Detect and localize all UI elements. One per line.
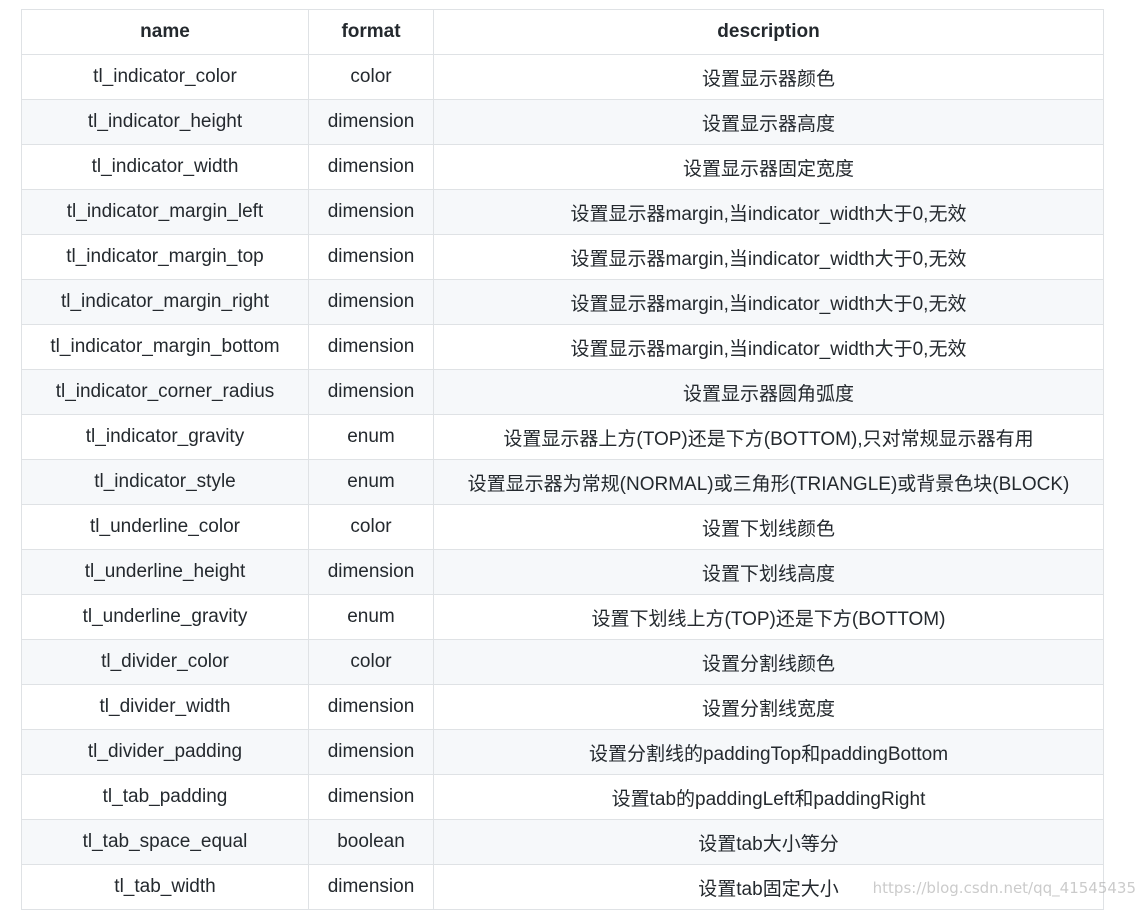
attributes-table-container: name format description tl_indicator_col… [21, 9, 1104, 910]
cell-description: 设置下划线上方(TOP)还是下方(BOTTOM) [433, 594, 1104, 640]
table-row: tl_divider_color color 设置分割线颜色 [21, 639, 1104, 685]
cell-description: 设置显示器颜色 [433, 54, 1104, 100]
cell-name: tl_indicator_margin_top [21, 234, 309, 280]
cell-description: 设置下划线高度 [433, 549, 1104, 595]
cell-format: dimension [308, 729, 434, 775]
cell-format: enum [308, 594, 434, 640]
cell-name: tl_indicator_width [21, 144, 309, 190]
cell-format: dimension [308, 369, 434, 415]
table-row: tl_underline_gravity enum 设置下划线上方(TOP)还是下方… [21, 594, 1104, 640]
table-row: tl_indicator_corner_radius dimension 设置显示器… [21, 369, 1104, 415]
cell-description: 设置显示器margin,当indicator_width大于0,无效 [433, 279, 1104, 325]
cell-name: tl_indicator_margin_right [21, 279, 309, 325]
cell-name: tl_indicator_corner_radius [21, 369, 309, 415]
cell-name: tl_indicator_style [21, 459, 309, 505]
cell-description: 设置下划线颜色 [433, 504, 1104, 550]
cell-format: dimension [308, 144, 434, 190]
cell-description: 设置tab大小等分 [433, 819, 1104, 865]
header-name: name [21, 9, 309, 55]
attributes-table: name format description tl_indicator_col… [21, 9, 1104, 910]
cell-name: tl_indicator_gravity [21, 414, 309, 460]
cell-name: tl_tab_width [21, 864, 309, 910]
cell-format: enum [308, 414, 434, 460]
cell-description: 设置tab的paddingLeft和paddingRight [433, 774, 1104, 820]
table-row: tl_indicator_margin_top dimension 设置显示器mar… [21, 234, 1104, 280]
table-row: tl_indicator_margin_left dimension 设置显示器ma… [21, 189, 1104, 235]
cell-name: tl_underline_height [21, 549, 309, 595]
table-row: tl_divider_padding dimension 设置分割线的padding… [21, 729, 1104, 775]
table-row: tl_indicator_style enum 设置显示器为常规(NORMAL)或三… [21, 459, 1104, 505]
cell-description: 设置显示器固定宽度 [433, 144, 1104, 190]
cell-format: color [308, 54, 434, 100]
table-body: tl_indicator_color color 设置显示器颜色 tl_indicat… [21, 54, 1104, 910]
table-row: tl_tab_space_equal boolean 设置tab大小等分 [21, 819, 1104, 865]
table-row: tl_indicator_width dimension 设置显示器固定宽度 [21, 144, 1104, 190]
cell-description: 设置显示器上方(TOP)还是下方(BOTTOM),只对常规显示器有用 [433, 414, 1104, 460]
header-row: name format description [21, 9, 1104, 55]
table-row: tl_indicator_height dimension 设置显示器高度 [21, 99, 1104, 145]
table-row: tl_tab_width dimension 设置tab固定大小 [21, 864, 1104, 910]
table-row: tl_tab_padding dimension 设置tab的paddingLeft… [21, 774, 1104, 820]
cell-name: tl_tab_space_equal [21, 819, 309, 865]
cell-name: tl_divider_width [21, 684, 309, 730]
cell-description: 设置分割线宽度 [433, 684, 1104, 730]
cell-description: 设置显示器高度 [433, 99, 1104, 145]
cell-format: dimension [308, 189, 434, 235]
cell-format: color [308, 639, 434, 685]
cell-format: dimension [308, 684, 434, 730]
cell-name: tl_indicator_color [21, 54, 309, 100]
cell-format: dimension [308, 549, 434, 595]
cell-description: 设置分割线颜色 [433, 639, 1104, 685]
table-row: tl_divider_width dimension 设置分割线宽度 [21, 684, 1104, 730]
cell-name: tl_indicator_margin_bottom [21, 324, 309, 370]
cell-format: dimension [308, 234, 434, 280]
table-row: tl_indicator_gravity enum 设置显示器上方(TOP)还是下方… [21, 414, 1104, 460]
cell-format: dimension [308, 864, 434, 910]
cell-description: 设置tab固定大小 [433, 864, 1104, 910]
cell-name: tl_underline_color [21, 504, 309, 550]
cell-description: 设置显示器margin,当indicator_width大于0,无效 [433, 234, 1104, 280]
cell-name: tl_indicator_margin_left [21, 189, 309, 235]
table-row: tl_underline_color color 设置下划线颜色 [21, 504, 1104, 550]
cell-name: tl_divider_padding [21, 729, 309, 775]
cell-format: dimension [308, 279, 434, 325]
cell-description: 设置显示器圆角弧度 [433, 369, 1104, 415]
cell-format: color [308, 504, 434, 550]
table-header: name format description [21, 9, 1104, 55]
cell-format: dimension [308, 774, 434, 820]
table-row: tl_indicator_color color 设置显示器颜色 [21, 54, 1104, 100]
cell-format: enum [308, 459, 434, 505]
cell-format: dimension [308, 99, 434, 145]
table-row: tl_indicator_margin_bottom dimension 设置显示器… [21, 324, 1104, 370]
cell-name: tl_tab_padding [21, 774, 309, 820]
cell-name: tl_underline_gravity [21, 594, 309, 640]
cell-format: dimension [308, 324, 434, 370]
cell-name: tl_indicator_height [21, 99, 309, 145]
cell-name: tl_divider_color [21, 639, 309, 685]
table-row: tl_indicator_margin_right dimension 设置显示器m… [21, 279, 1104, 325]
cell-format: boolean [308, 819, 434, 865]
header-description: description [433, 9, 1104, 55]
table-row: tl_underline_height dimension 设置下划线高度 [21, 549, 1104, 595]
cell-description: 设置分割线的paddingTop和paddingBottom [433, 729, 1104, 775]
cell-description: 设置显示器为常规(NORMAL)或三角形(TRIANGLE)或背景色块(BLOC… [433, 459, 1104, 505]
header-format: format [308, 9, 434, 55]
cell-description: 设置显示器margin,当indicator_width大于0,无效 [433, 324, 1104, 370]
cell-description: 设置显示器margin,当indicator_width大于0,无效 [433, 189, 1104, 235]
